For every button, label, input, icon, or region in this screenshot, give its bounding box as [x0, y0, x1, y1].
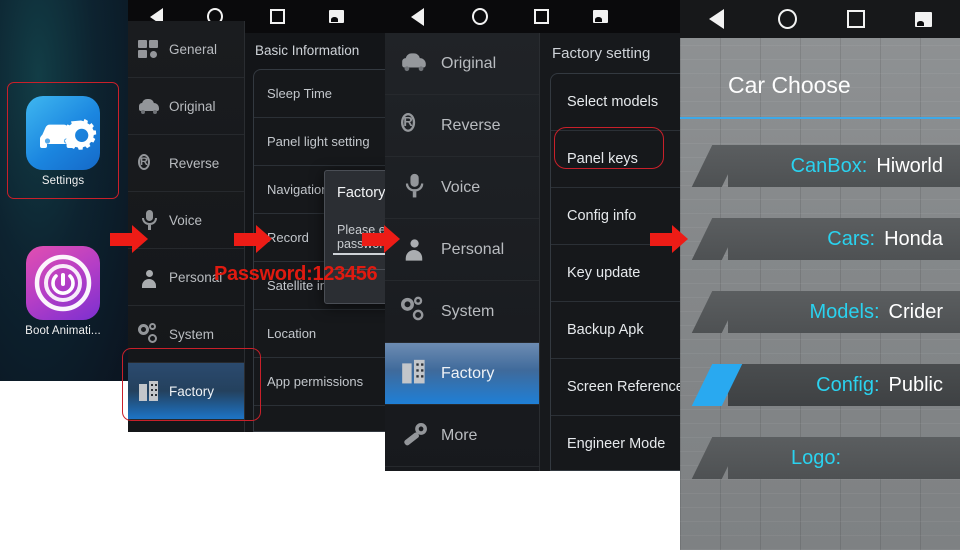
factory-menu-list: Original R Reverse Voice Personal System [385, 33, 540, 471]
sidebar-item-label: System [169, 326, 215, 342]
app-label: Boot Animati... [25, 325, 101, 337]
factory-menu-highlight-box [122, 348, 261, 421]
car-choose-panel: Car Choose CanBox: Hiworld Cars: Honda M… [680, 0, 960, 550]
screenshot-icon[interactable] [890, 11, 956, 27]
arrow-settings-to-dialog [234, 225, 274, 254]
sidebar-item-more[interactable]: More [385, 405, 539, 467]
home-circle-icon[interactable] [449, 8, 511, 25]
list-item-cars[interactable]: Cars: Honda [728, 218, 960, 260]
back-triangle-icon[interactable] [680, 9, 752, 29]
list-item-value: Public [888, 373, 943, 396]
gears-icon [138, 323, 160, 345]
power-button-icon [26, 246, 100, 320]
table-row[interactable]: Location [254, 310, 385, 358]
sidebar-item-original[interactable]: Original [385, 33, 539, 95]
arrow-factory-to-carchoose [650, 225, 690, 254]
password-annotation: Password:123456 [214, 263, 378, 285]
sidebar-item-general[interactable]: General [128, 21, 244, 78]
sidebar-item-reverse[interactable]: R Reverse [385, 95, 539, 157]
sidebar-item-label: Factory [441, 364, 495, 382]
back-triangle-icon[interactable] [385, 7, 449, 26]
sidebar-item-label: More [441, 426, 478, 444]
factory-building-icon [401, 358, 432, 389]
select-models-highlight-box [554, 127, 664, 169]
sidebar-item-label: General [169, 41, 218, 57]
arrow-dialog-to-factory [362, 225, 402, 254]
sidebar-item-factory[interactable]: Factory [385, 343, 539, 405]
table-row[interactable]: Select models [551, 74, 680, 131]
launcher-panel: Settings Boot Animati... [0, 0, 128, 381]
general-grid-icon [138, 38, 160, 60]
sidebar-item-label: Voice [441, 178, 481, 196]
sidebar-item-label: Original [169, 98, 216, 114]
recents-square-icon[interactable] [822, 10, 890, 28]
screenshot-root: Settings Boot Animati... General Origina… [0, 0, 960, 550]
page-title: Basic Information [255, 43, 360, 58]
page-title: Factory setting [552, 45, 651, 62]
android-navbar [385, 0, 680, 33]
title-divider [680, 117, 960, 119]
list-item-label: Models: [809, 300, 880, 323]
list-item-label: CanBox: [790, 154, 868, 177]
sidebar-item-voice[interactable]: Voice [385, 157, 539, 219]
reverse-r-icon: R [401, 110, 432, 141]
sidebar-item-label: Voice [169, 212, 203, 228]
list-item-label: Logo: [790, 446, 842, 469]
sidebar-item-reverse[interactable]: R Reverse [128, 135, 244, 192]
table-row[interactable]: Panel light setting [254, 118, 385, 166]
car-icon [138, 95, 160, 117]
app-settings[interactable]: Settings [7, 82, 119, 199]
screenshot-icon[interactable] [571, 10, 629, 23]
list-item-value: Hiworld [876, 154, 943, 177]
android-navbar [680, 0, 960, 38]
table-row[interactable]: Sleep Time [254, 70, 385, 118]
settings-panel: General Original R Reverse Voice Persona… [122, 0, 444, 432]
recents-square-icon[interactable] [511, 9, 571, 24]
list-item-value: Honda [884, 227, 943, 250]
table-row[interactable]: Engineer Mode [551, 416, 680, 470]
car-icon [401, 48, 432, 79]
table-row[interactable]: App permissions [254, 358, 385, 406]
table-row[interactable]: Screen Reference [551, 359, 680, 416]
recents-square-icon[interactable] [246, 9, 308, 24]
list-item-label: Cars: [827, 227, 876, 250]
gears-icon [401, 296, 432, 327]
sidebar-item-label: Original [441, 54, 497, 72]
sidebar-item-label: System [441, 302, 495, 320]
reverse-r-icon: R [138, 154, 150, 170]
list-item-canbox[interactable]: CanBox: Hiworld [728, 145, 960, 187]
factory-setting-panel: Original R Reverse Voice Personal System [385, 0, 680, 471]
sidebar-item-label: Reverse [441, 116, 501, 134]
home-circle-icon[interactable] [752, 9, 822, 29]
page-title: Car Choose [728, 72, 851, 98]
list-item-logo[interactable]: Logo: [728, 437, 960, 479]
wrench-icon [401, 420, 432, 451]
sidebar-item-label: Personal [441, 240, 505, 258]
sidebar-item-original[interactable]: Original [128, 78, 244, 135]
settings-highlight-box [7, 82, 119, 199]
list-item-value: Crider [888, 300, 943, 323]
app-boot-animation[interactable]: Boot Animati... [8, 246, 118, 337]
list-item-label: Config: [816, 373, 880, 396]
screenshot-icon[interactable] [308, 10, 364, 23]
list-item-models[interactable]: Models: Crider [728, 291, 960, 333]
person-avatar-icon [401, 234, 432, 265]
sidebar-item-system[interactable]: System [385, 281, 539, 343]
table-row[interactable]: Backup Apk [551, 302, 680, 359]
sidebar-item-personal[interactable]: Personal [385, 219, 539, 281]
microphone-icon [401, 172, 432, 203]
sidebar-item-label: Reverse [169, 155, 220, 171]
list-item-config[interactable]: Config: Public [728, 364, 960, 406]
arrow-launcher-to-settings [110, 225, 150, 254]
person-avatar-icon [138, 266, 160, 288]
